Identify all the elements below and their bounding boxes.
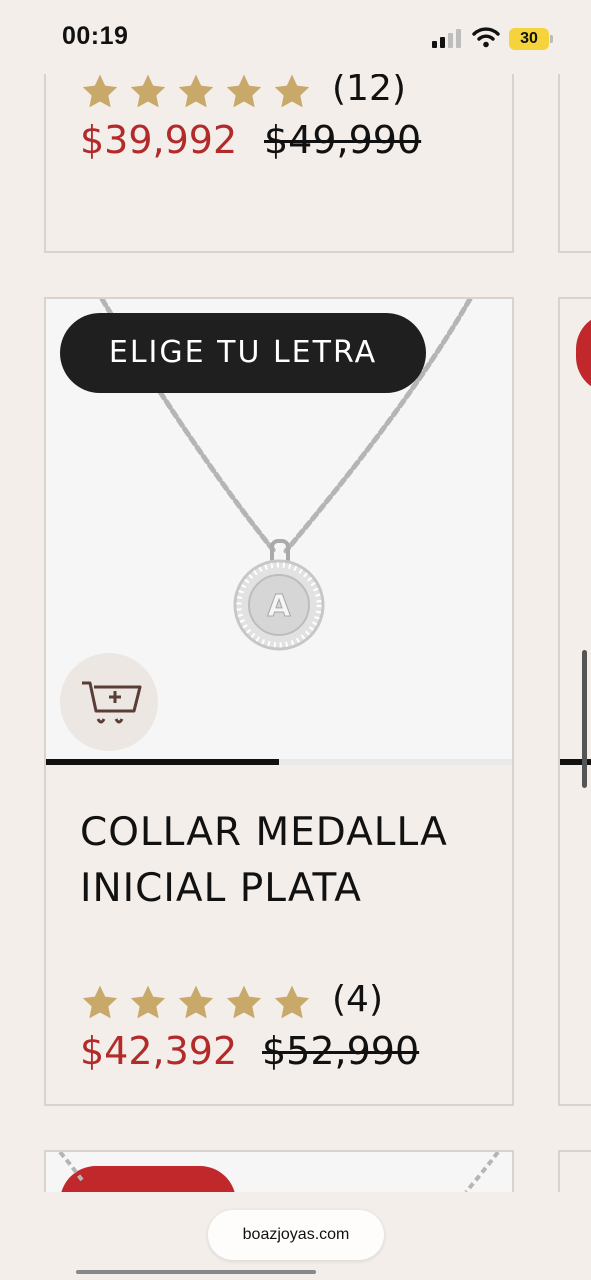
review-count: (4) <box>332 979 383 1020</box>
home-indicator[interactable] <box>76 1270 316 1274</box>
star-icon <box>130 74 166 108</box>
product-card[interactable]: A ELIGE TU LETRA COLLAR MEDALLA INICIAL … <box>44 297 514 1106</box>
review-count: (12) <box>332 68 406 109</box>
status-time: 00:19 <box>62 22 129 50</box>
sale-price: $42,392 <box>80 1029 238 1073</box>
star-icon <box>82 74 118 108</box>
scroll-indicator[interactable] <box>582 650 587 788</box>
sale-price: $39,992 <box>80 118 238 162</box>
original-price: $49,990 <box>264 118 422 162</box>
product-image[interactable]: A ELIGE TU LETRA <box>46 299 512 765</box>
star-icon <box>274 985 310 1019</box>
pendant-letter: A <box>267 589 291 624</box>
sale-badge <box>576 313 591 393</box>
add-to-cart-button[interactable] <box>60 653 158 751</box>
rating-stars <box>80 72 312 112</box>
wifi-icon <box>472 27 500 48</box>
url-bar[interactable]: boazjoyas.com <box>208 1210 384 1260</box>
image-carousel-progress <box>46 759 512 765</box>
cart-plus-icon <box>82 681 142 724</box>
progress-fill <box>46 759 279 765</box>
star-icon <box>130 985 166 1019</box>
original-price: $52,990 <box>262 1029 420 1073</box>
product-title[interactable]: COLLAR MEDALLA INICIAL PLATA <box>80 805 500 917</box>
star-icon <box>226 985 262 1019</box>
star-icon <box>178 74 214 108</box>
star-icon <box>226 74 262 108</box>
rating-stars <box>80 983 312 1023</box>
star-icon <box>82 985 118 1019</box>
signal-icon <box>432 29 461 48</box>
battery-nub <box>550 35 553 43</box>
star-icon <box>178 985 214 1019</box>
battery-icon: 30 <box>509 28 549 50</box>
status-bar: 00:19 30 <box>0 0 591 74</box>
choose-letter-badge[interactable]: ELIGE TU LETRA <box>60 313 426 393</box>
star-icon <box>274 74 310 108</box>
